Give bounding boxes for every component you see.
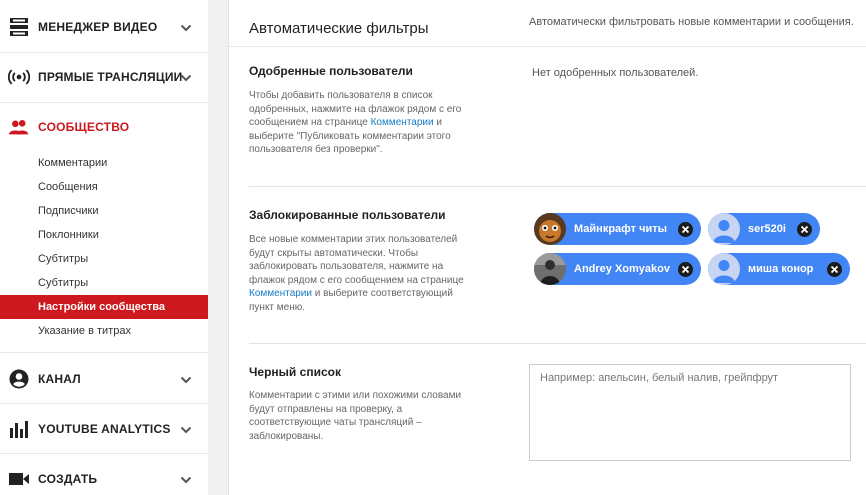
blocked-user-name: Andrey Xomyakov: [574, 263, 670, 275]
blocked-users-title: Заблокированные пользователи: [249, 208, 446, 222]
sidebar-item-subtitles-2[interactable]: Субтитры: [0, 271, 208, 295]
sidebar-section-label: СОЗДАТЬ: [38, 472, 98, 486]
chevron-down-icon[interactable]: [180, 71, 192, 83]
sidebar-item-label: Субтитры: [38, 277, 89, 289]
sidebar-scrollbar[interactable]: [208, 0, 215, 495]
sidebar-item-messages[interactable]: Сообщения: [0, 175, 208, 199]
approved-users-empty: Нет одобренных пользователей.: [532, 67, 699, 79]
blocked-user-chip[interactable]: Andrey Xomyakov: [534, 253, 701, 285]
sidebar-section-create[interactable]: СОЗДАТЬ: [0, 454, 208, 495]
section-divider: [249, 186, 866, 187]
live-broadcast-icon: [8, 66, 30, 88]
sidebar: МЕНЕДЖЕР ВИДЕО ПРЯМЫЕ ТРАНСЛЯЦИИ СООБЩЕС…: [0, 0, 208, 495]
sidebar-item-comments[interactable]: Комментарии: [0, 151, 208, 175]
chevron-down-icon[interactable]: [180, 373, 192, 385]
chevron-down-icon[interactable]: [180, 21, 192, 33]
blacklist-words-input[interactable]: [529, 364, 851, 461]
sidebar-divider: [0, 352, 208, 353]
remove-icon[interactable]: [797, 221, 812, 237]
sidebar-section-label: ПРЯМЫЕ ТРАНСЛЯЦИИ: [38, 70, 183, 84]
sidebar-item-label: Подписчики: [38, 205, 99, 217]
header-divider: [229, 46, 866, 47]
default-avatar-icon: [708, 253, 740, 285]
sidebar-section-label: КАНАЛ: [38, 372, 81, 386]
blocked-user-name: Майнкрафт читы: [574, 223, 668, 235]
comments-link[interactable]: Комментарии: [249, 288, 312, 299]
sidebar-item-subtitles[interactable]: Субтитры: [0, 247, 208, 271]
chevron-down-icon[interactable]: [180, 473, 192, 485]
blacklist-description: Комментарии с этими или похожими словами…: [249, 390, 462, 442]
blacklist-title: Черный список: [249, 365, 341, 379]
create-icon: [8, 468, 30, 490]
blocked-user-chip[interactable]: миша конор: [708, 253, 850, 285]
description-text: Все новые комментарии этих пользователей…: [249, 234, 464, 286]
sidebar-section-live[interactable]: ПРЯМЫЕ ТРАНСЛЯЦИИ: [0, 52, 208, 102]
comments-link[interactable]: Комментарии: [371, 117, 434, 128]
sidebar-item-community-settings[interactable]: Настройки сообщества: [0, 295, 208, 319]
user-avatar: [534, 213, 566, 245]
auto-filters-panel: Автоматические фильтры Автоматически фил…: [228, 0, 866, 495]
sidebar-item-fans[interactable]: Поклонники: [0, 223, 208, 247]
sidebar-section-label: YOUTUBE ANALYTICS: [38, 422, 171, 436]
approved-users-description: Чтобы добавить пользователя в список одо…: [249, 89, 477, 157]
sidebar-section-analytics[interactable]: YOUTUBE ANALYTICS: [0, 404, 208, 454]
sidebar-item-subscribers[interactable]: Подписчики: [0, 199, 208, 223]
sidebar-item-label: Настройки сообщества: [38, 301, 165, 313]
video-manager-icon: [8, 16, 30, 38]
sidebar-section-community[interactable]: СООБЩЕСТВО: [0, 102, 208, 152]
sidebar-section-label: МЕНЕДЖЕР ВИДЕО: [38, 20, 158, 34]
chevron-down-icon[interactable]: [180, 423, 192, 435]
sidebar-item-credits[interactable]: Указание в титрах: [0, 319, 208, 343]
approved-users-title: Одобренные пользователи: [249, 64, 413, 78]
default-avatar-icon: [708, 213, 740, 245]
community-icon: [8, 116, 30, 138]
blocked-user-name: миша конор: [748, 263, 814, 275]
channel-icon: [8, 368, 30, 390]
blocked-user-chip[interactable]: ser520i: [708, 213, 820, 245]
blocked-user-name: ser520i: [748, 223, 786, 235]
analytics-icon: [8, 418, 30, 440]
sidebar-item-label: Поклонники: [38, 229, 99, 241]
sidebar-section-channel[interactable]: КАНАЛ: [0, 354, 208, 404]
page-description: Автоматически фильтровать новые коммента…: [529, 16, 854, 28]
sidebar-item-label: Указание в титрах: [38, 325, 131, 337]
blocked-user-chip[interactable]: Майнкрафт читы: [534, 213, 701, 245]
user-avatar: [534, 253, 566, 285]
blocked-users-description: Все новые комментарии этих пользователей…: [249, 233, 477, 314]
remove-icon[interactable]: [678, 221, 693, 237]
remove-icon[interactable]: [678, 261, 693, 277]
page-title: Автоматические фильтры: [249, 20, 429, 37]
section-divider: [249, 343, 866, 344]
sidebar-section-video-manager[interactable]: МЕНЕДЖЕР ВИДЕО: [0, 2, 208, 52]
sidebar-section-label: СООБЩЕСТВО: [38, 120, 130, 134]
sidebar-item-label: Комментарии: [38, 157, 108, 169]
sidebar-item-label: Субтитры: [38, 253, 89, 265]
remove-icon[interactable]: [827, 261, 842, 277]
sidebar-item-label: Сообщения: [38, 181, 98, 193]
